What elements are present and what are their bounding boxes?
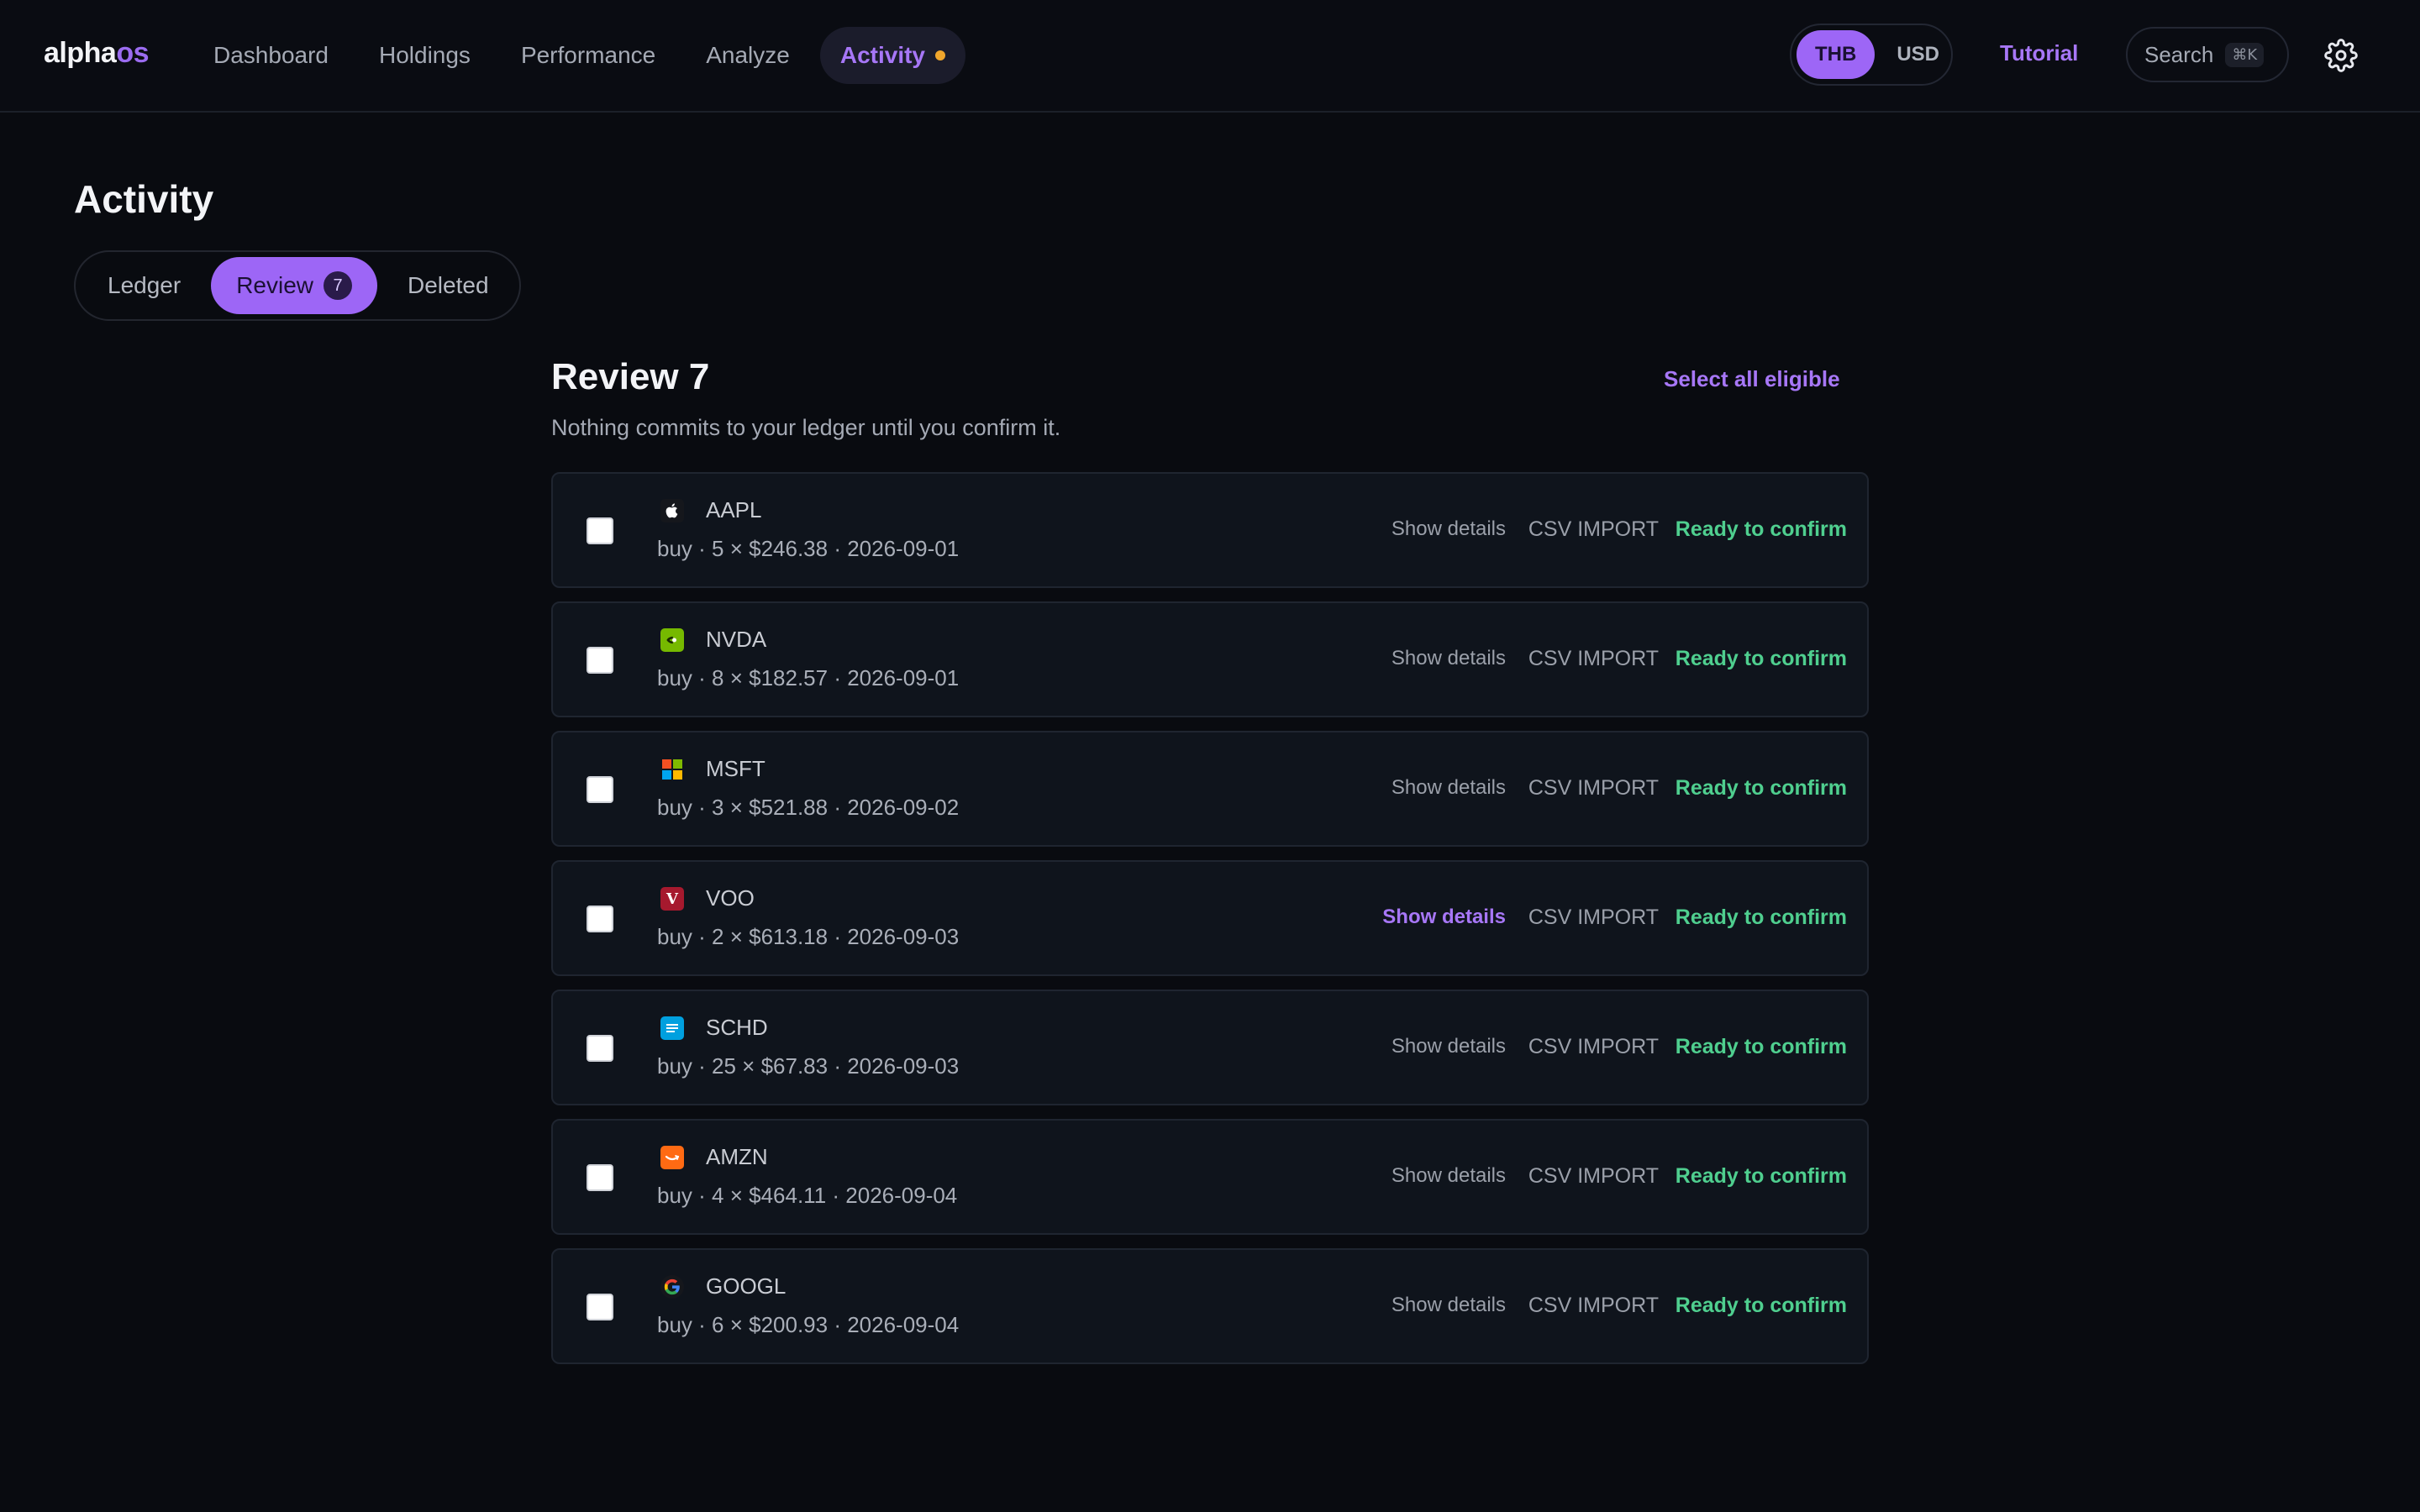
review-row: V VOO buy · 2 × $613.18 · 2026-09-03 Sho… — [551, 860, 1869, 976]
main-nav: Dashboard Holdings Performance Analyze A… — [193, 27, 966, 84]
source-label: CSV IMPORT — [1528, 517, 1659, 541]
select-all-eligible-button[interactable]: Select all eligible — [1664, 366, 1840, 392]
transaction-details: buy · 5 × $246.38 · 2026-09-01 — [657, 536, 960, 561]
gear-icon[interactable] — [2324, 39, 2358, 72]
show-details-button[interactable]: Show details — [1392, 517, 1506, 541]
nav-activity-label: Activity — [839, 42, 926, 68]
google-icon — [660, 1275, 684, 1299]
review-row: AAPL buy · 5 × $246.38 · 2026-09-01 Show… — [551, 472, 1869, 588]
review-heading: Review 7 — [551, 356, 710, 397]
search-label: Search — [2144, 41, 2214, 67]
review-list: AAPL buy · 5 × $246.38 · 2026-09-01 Show… — [551, 472, 1869, 1378]
review-row: NVDA buy · 8 × $182.57 · 2026-09-01 Show… — [551, 601, 1869, 717]
source-label: CSV IMPORT — [1528, 906, 1659, 929]
review-subtitle: Nothing commits to your ledger until you… — [551, 415, 1061, 440]
nav-analyze[interactable]: Analyze — [686, 27, 810, 84]
top-navigation-bar: alphaos Dashboard Holdings Performance A… — [0, 0, 2420, 113]
currency-usd-button[interactable]: USD — [1878, 30, 1958, 79]
row-checkbox[interactable] — [587, 1294, 613, 1320]
show-details-button[interactable]: Show details — [1392, 1294, 1506, 1317]
review-row: SCHD buy · 25 × $67.83 · 2026-09-03 Show… — [551, 990, 1869, 1105]
transaction-details: buy · 6 × $200.93 · 2026-09-04 — [657, 1312, 960, 1337]
status-label: Ready to confirm — [1675, 1035, 1847, 1058]
row-checkbox[interactable] — [587, 517, 613, 544]
tutorial-link[interactable]: Tutorial — [2000, 40, 2078, 66]
tab-review-label: Review — [236, 272, 313, 298]
show-details-button[interactable]: Show details — [1392, 776, 1506, 800]
status-label: Ready to confirm — [1675, 1294, 1847, 1317]
show-details-button[interactable]: Show details — [1392, 647, 1506, 670]
nav-activity[interactable]: Activity — [819, 27, 966, 84]
source-label: CSV IMPORT — [1528, 1035, 1659, 1058]
search-button[interactable]: Search ⌘K — [2126, 27, 2289, 82]
nav-holdings[interactable]: Holdings — [359, 27, 491, 84]
ticker-symbol: SCHD — [706, 1015, 768, 1040]
tab-deleted[interactable]: Deleted — [381, 257, 516, 314]
transaction-details: buy · 25 × $67.83 · 2026-09-03 — [657, 1053, 960, 1079]
notification-dot — [935, 50, 946, 60]
page-title: Activity — [74, 177, 214, 221]
logo-text-part2: os — [116, 37, 149, 69]
row-checkbox[interactable] — [587, 647, 613, 674]
transaction-details: buy · 4 × $464.11 · 2026-09-04 — [657, 1183, 958, 1208]
search-shortcut: ⌘K — [2225, 42, 2265, 67]
transaction-details: buy · 2 × $613.18 · 2026-09-03 — [657, 924, 960, 949]
apple-icon — [660, 499, 684, 522]
microsoft-icon — [660, 758, 684, 781]
schwab-icon — [660, 1016, 684, 1040]
review-row: AMZN buy · 4 × $464.11 · 2026-09-04 Show… — [551, 1119, 1869, 1235]
tab-review[interactable]: Review 7 — [211, 257, 377, 314]
nvidia-icon — [660, 628, 684, 652]
currency-toggle: THB USD — [1790, 24, 1953, 86]
review-count-badge: 7 — [324, 271, 352, 300]
source-label: CSV IMPORT — [1528, 1164, 1659, 1188]
review-row: GOOGL buy · 6 × $200.93 · 2026-09-04 Sho… — [551, 1248, 1869, 1364]
vanguard-icon: V — [660, 887, 684, 911]
row-checkbox[interactable] — [587, 906, 613, 932]
show-details-button[interactable]: Show details — [1392, 1164, 1506, 1188]
status-label: Ready to confirm — [1675, 906, 1847, 929]
ticker-symbol: AAPL — [706, 497, 762, 522]
nav-dashboard[interactable]: Dashboard — [193, 27, 349, 84]
source-label: CSV IMPORT — [1528, 1294, 1659, 1317]
ticker-symbol: MSFT — [706, 756, 765, 781]
row-checkbox[interactable] — [587, 776, 613, 803]
row-checkbox[interactable] — [587, 1164, 613, 1191]
status-label: Ready to confirm — [1675, 1164, 1847, 1188]
source-label: CSV IMPORT — [1528, 776, 1659, 800]
review-row: MSFT buy · 3 × $521.88 · 2026-09-02 Show… — [551, 731, 1869, 847]
ticker-symbol: AMZN — [706, 1144, 768, 1169]
ticker-symbol: NVDA — [706, 627, 767, 652]
show-details-button[interactable]: Show details — [1392, 1035, 1506, 1058]
currency-thb-button[interactable]: THB — [1797, 30, 1876, 79]
app-logo[interactable]: alphaos — [44, 37, 149, 70]
tab-ledger[interactable]: Ledger — [81, 257, 208, 314]
source-label: CSV IMPORT — [1528, 647, 1659, 670]
activity-tabs: Ledger Review 7 Deleted — [74, 250, 521, 321]
row-checkbox[interactable] — [587, 1035, 613, 1062]
status-label: Ready to confirm — [1675, 517, 1847, 541]
logo-text-part1: alpha — [44, 37, 117, 69]
status-label: Ready to confirm — [1675, 776, 1847, 800]
ticker-symbol: VOO — [706, 885, 755, 911]
show-details-button[interactable]: Show details — [1382, 906, 1506, 929]
transaction-details: buy · 8 × $182.57 · 2026-09-01 — [657, 665, 960, 690]
status-label: Ready to confirm — [1675, 647, 1847, 670]
transaction-details: buy · 3 × $521.88 · 2026-09-02 — [657, 795, 960, 820]
amazon-icon — [660, 1146, 684, 1169]
ticker-symbol: GOOGL — [706, 1273, 786, 1299]
nav-performance[interactable]: Performance — [501, 27, 676, 84]
